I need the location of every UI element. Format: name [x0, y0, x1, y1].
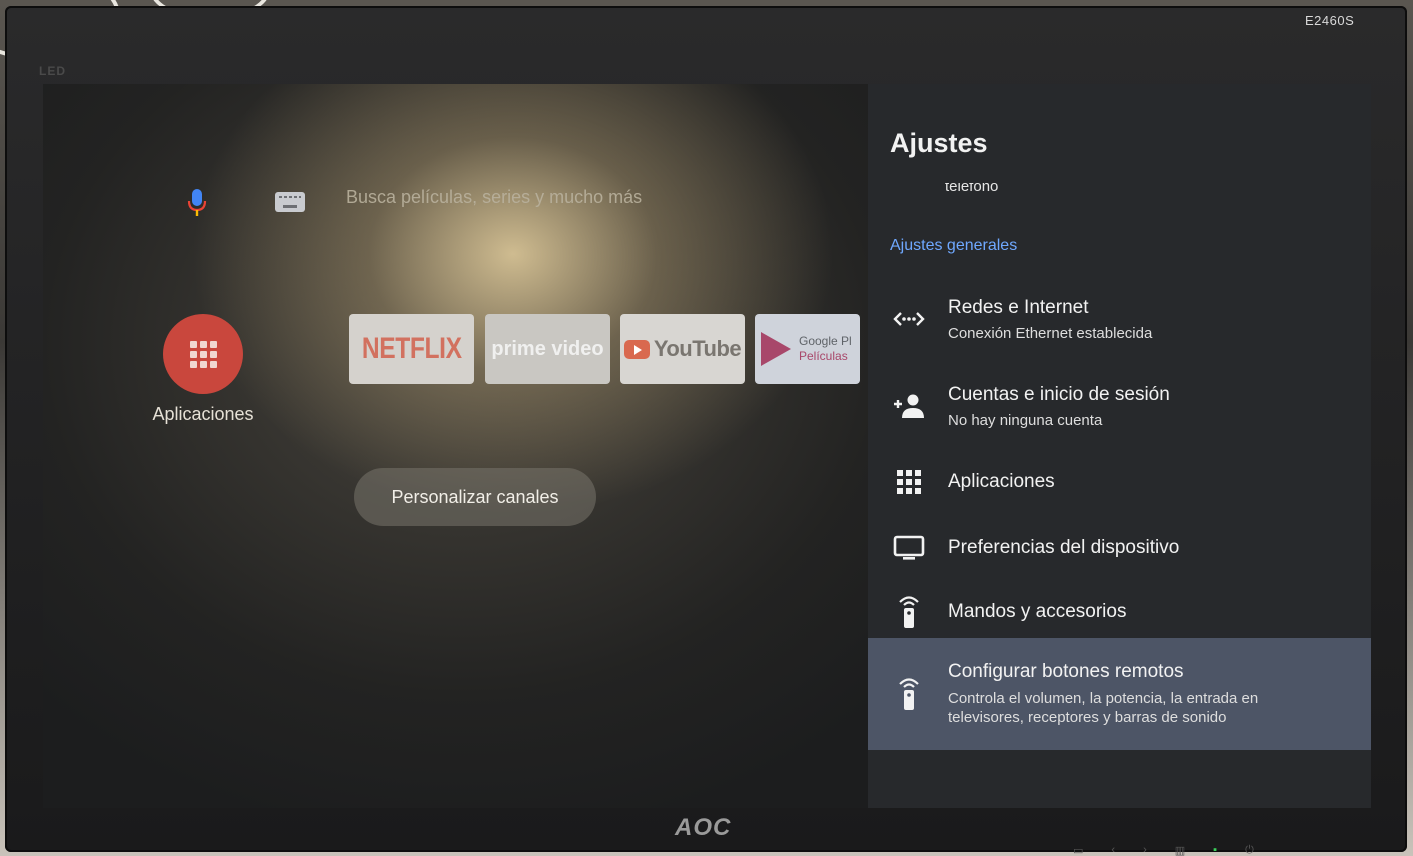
settings-item-device-preferences[interactable]: Preferencias del dispositivo: [868, 528, 1371, 568]
bezel-button: ▭: [1073, 845, 1084, 856]
settings-item-title: Cuentas e inicio de sesión: [948, 383, 1170, 405]
monitor-led-label: LED: [39, 64, 66, 78]
bezel-button: ▥: [1174, 845, 1186, 856]
settings-item-title: Redes e Internet: [948, 296, 1089, 318]
tv-screen: Aplicaciones NETFLIX prime video YouTube…: [43, 84, 1371, 808]
search-input[interactable]: [346, 182, 726, 212]
apps-launcher[interactable]: Aplicaciones: [148, 314, 258, 425]
customize-channels-button[interactable]: Personalizar canales: [354, 468, 596, 526]
youtube-play-icon: [623, 339, 650, 359]
monitor-buttons: ▭ ‹ › ▥ ▪ ⏻: [1073, 844, 1254, 856]
settings-item-subtitle: Controla el volumen, la potencia, la ent…: [948, 690, 1259, 726]
network-icon: [892, 302, 926, 336]
google-play-movies-logo: Google Pl Películas: [755, 332, 860, 366]
settings-item-network[interactable]: Redes e Internet Conexión Ethernet estab…: [868, 289, 1371, 349]
monitor-brand-logo: AOC: [675, 814, 732, 841]
netflix-logo: NETFLIX: [361, 332, 462, 365]
monitor: E2460S LED AOC ▭ ‹ › ▥ ▪ ⏻ A: [5, 6, 1407, 856]
power-led: ▪: [1213, 844, 1218, 856]
apps-launcher-circle[interactable]: [163, 314, 243, 394]
app-tile-youtube[interactable]: YouTube: [620, 314, 745, 384]
mic-icon[interactable]: [186, 188, 208, 218]
settings-item-title: Mandos y accesorios: [948, 601, 1127, 622]
settings-item-title: Aplicaciones: [948, 471, 1055, 492]
remote-icon: [892, 595, 926, 629]
google-play-icon: [761, 332, 791, 366]
keyboard-icon[interactable]: [275, 192, 305, 212]
settings-item-subtitle: Conexión Ethernet establecida: [948, 324, 1153, 342]
settings-item-remotes[interactable]: Mandos y accesorios: [868, 592, 1371, 632]
app-tile-prime-video[interactable]: prime video: [485, 314, 610, 384]
add-account-icon: [892, 389, 926, 423]
settings-item-title: Configurar botones remotos: [948, 661, 1184, 682]
youtube-logo-text: YouTube: [653, 336, 742, 361]
section-header-general: Ajustes generales: [890, 237, 1018, 254]
google-play-line1: Google Pl: [799, 334, 852, 348]
remote-icon: [892, 677, 926, 711]
settings-item-subtitle: No hay ninguna cuenta: [948, 411, 1103, 429]
app-tile-google-play-movies[interactable]: Google Pl Películas: [755, 314, 860, 384]
youtube-logo: YouTube: [623, 336, 742, 362]
tv-home: Aplicaciones NETFLIX prime video YouTube…: [43, 84, 868, 808]
app-tile-netflix[interactable]: NETFLIX: [349, 314, 474, 384]
settings-panel: Ajustes teléfono Ajustes generales Redes…: [868, 84, 1371, 808]
settings-item-accounts[interactable]: Cuentas e inicio de sesión No hay ningun…: [868, 376, 1371, 436]
tv-icon: [892, 531, 926, 565]
apps-grid-icon: [189, 340, 217, 368]
bezel-button: ›: [1143, 844, 1147, 856]
settings-item-title: Preferencias del dispositivo: [948, 537, 1180, 558]
settings-item-apps[interactable]: Aplicaciones: [868, 462, 1371, 502]
settings-item-partial[interactable]: teléfono: [945, 183, 998, 195]
bezel-button: ‹: [1111, 844, 1116, 856]
monitor-model-label: E2460S: [1305, 13, 1355, 28]
settings-title: Ajustes: [890, 128, 988, 158]
power-icon: ⏻: [1245, 844, 1254, 856]
settings-item-configure-remote-buttons[interactable]: Configurar botones remotos Controla el v…: [868, 638, 1371, 750]
apps-launcher-label: Aplicaciones: [152, 404, 254, 424]
google-play-line2: Películas: [799, 349, 848, 363]
prime-video-logo: prime video: [491, 337, 604, 360]
apps-grid-icon: [892, 465, 926, 499]
